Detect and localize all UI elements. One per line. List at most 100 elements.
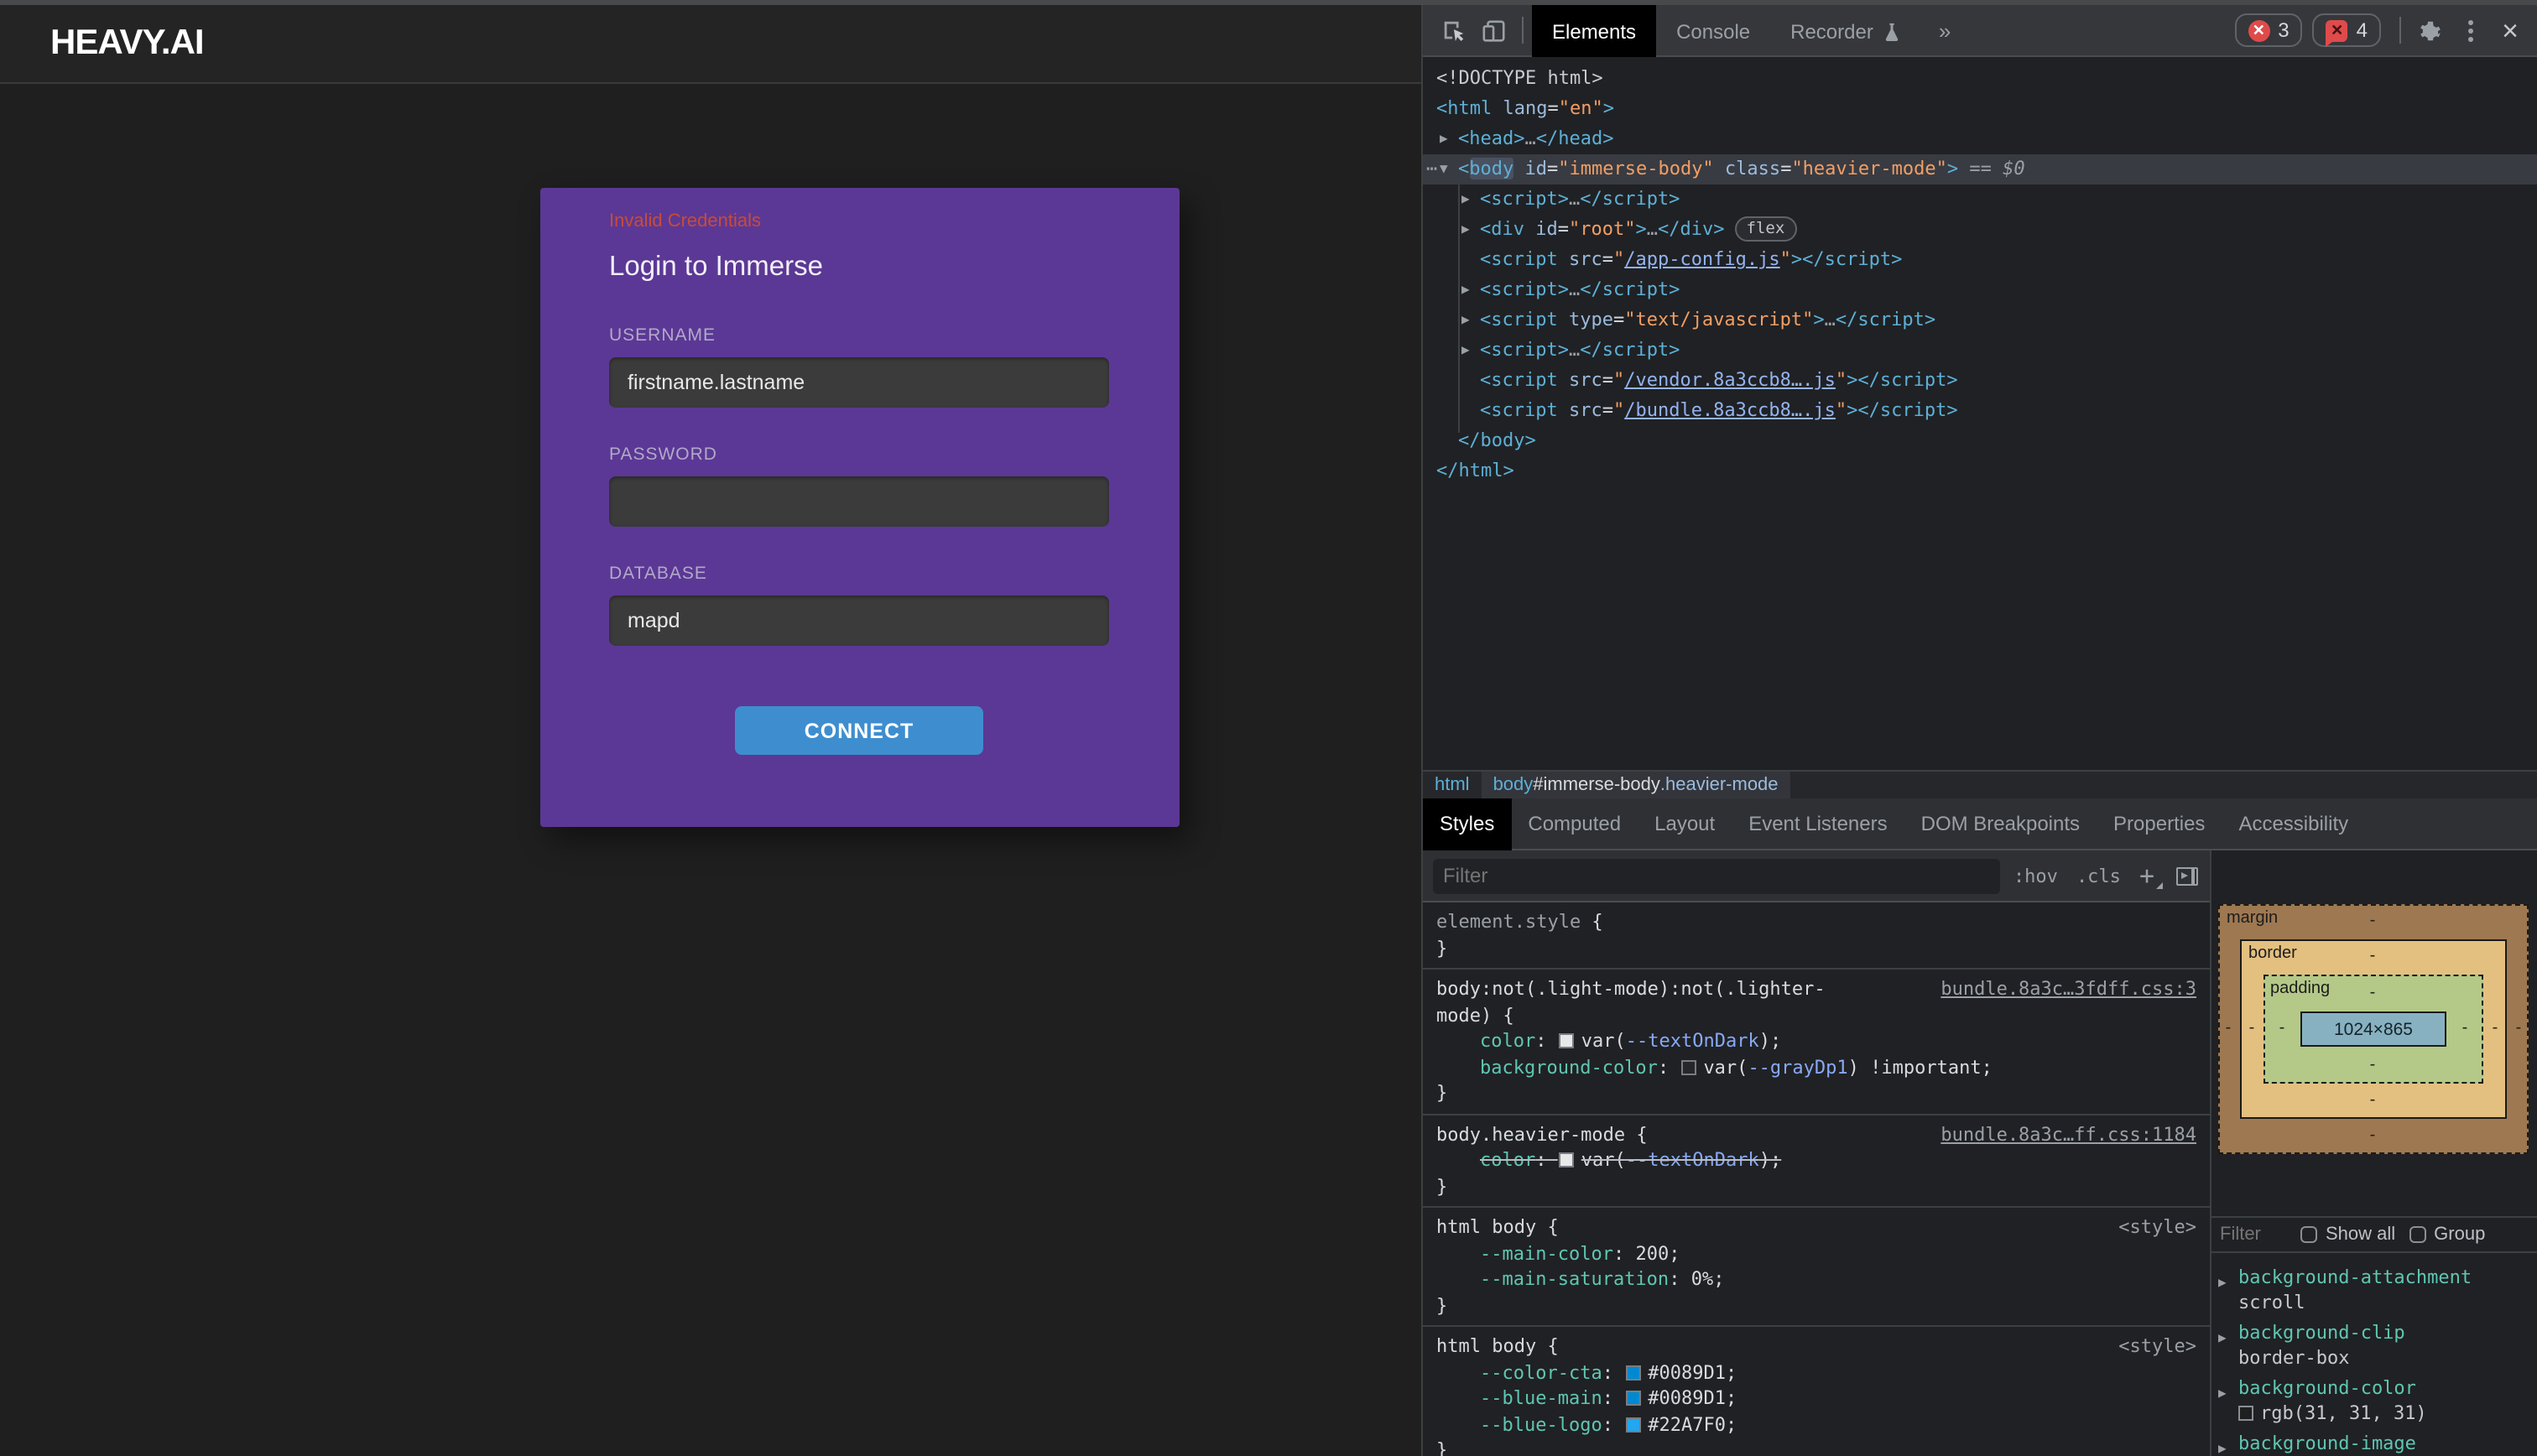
- border-top-value[interactable]: -: [2370, 947, 2376, 965]
- computed-property[interactable]: ▶background-clipborder-box: [2211, 1318, 2537, 1374]
- tab-event-listeners[interactable]: Event Listeners: [1732, 798, 1904, 850]
- expand-arrow-closed[interactable]: ▶: [2218, 1382, 2227, 1407]
- inspect-element-icon[interactable]: [1433, 10, 1473, 50]
- css-declaration[interactable]: --main-color: 200;: [1436, 1240, 2196, 1266]
- expand-arrow-closed[interactable]: ▶: [2218, 1438, 2227, 1456]
- dom-tree-row[interactable]: ▶<script>…</script>: [1423, 275, 2537, 305]
- stylesheet-link[interactable]: bundle.8a3c…3fdff.css:3: [1941, 976, 2196, 1002]
- tab-computed[interactable]: Computed: [1511, 798, 1638, 850]
- margin-right-value[interactable]: -: [2516, 1019, 2522, 1037]
- tab-dom-breakpoints[interactable]: DOM Breakpoints: [1904, 798, 2097, 850]
- css-declaration[interactable]: color: var(--textOnDark);: [1436, 1028, 2196, 1054]
- new-style-rule-button[interactable]: +: [2139, 861, 2154, 891]
- dom-tree-row[interactable]: ▶<div id="root">…</div>flex: [1423, 215, 2537, 245]
- padding-bottom-value[interactable]: -: [2370, 1056, 2376, 1074]
- dom-tree-row[interactable]: ▶<script type="text/javascript">…</scrip…: [1423, 305, 2537, 335]
- resource-link[interactable]: /app-config.js: [1624, 248, 1779, 270]
- tab-styles[interactable]: Styles: [1423, 798, 1511, 850]
- stylesheet-link[interactable]: bundle.8a3c…ff.css:1184: [1941, 1121, 2196, 1147]
- issues-badge[interactable]: ✕ 4: [2313, 13, 2381, 47]
- close-devtools-icon[interactable]: ×: [2490, 10, 2530, 50]
- kebab-menu-icon[interactable]: [2450, 10, 2490, 50]
- stylesheet-link[interactable]: <style>: [2118, 1214, 2196, 1240]
- sidebar-toggle-icon[interactable]: [2176, 866, 2198, 885]
- devtools-tab-console[interactable]: Console: [1656, 5, 1770, 57]
- username-input[interactable]: [609, 357, 1109, 408]
- expand-arrow-closed[interactable]: ▶: [1461, 305, 1470, 335]
- resource-link[interactable]: /bundle.8a3ccb8….js: [1624, 399, 1836, 421]
- css-declaration[interactable]: --blue-logo: #22A7F0;: [1436, 1412, 2196, 1438]
- css-var-link[interactable]: --grayDp1: [1748, 1056, 1847, 1078]
- styles-filter-input[interactable]: [1433, 858, 2000, 893]
- expand-arrow-closed[interactable]: ▶: [2218, 1327, 2227, 1351]
- css-declaration[interactable]: --color-cta: #0089D1;: [1436, 1360, 2196, 1386]
- connect-button[interactable]: CONNECT: [735, 706, 983, 755]
- expand-arrow-closed[interactable]: ▶: [1461, 275, 1470, 305]
- devtools-tab-recorder[interactable]: Recorder: [1770, 5, 1922, 57]
- computed-property[interactable]: ▶background-attachmentscroll: [2211, 1263, 2537, 1318]
- color-swatch[interactable]: [1681, 1059, 1696, 1074]
- expand-arrow-closed[interactable]: ▶: [2218, 1271, 2227, 1296]
- padding-right-value[interactable]: -: [2462, 1019, 2468, 1037]
- device-toolbar-icon[interactable]: [1473, 10, 1513, 50]
- breadcrumb-body[interactable]: body#immerse-body.heavier-mode: [1482, 772, 1790, 798]
- css-var-link[interactable]: --textOnDark: [1626, 1149, 1759, 1171]
- padding-left-value[interactable]: -: [2279, 1019, 2285, 1037]
- box-model-content[interactable]: 1024×865: [2300, 1011, 2446, 1047]
- margin-left-value[interactable]: -: [2226, 1019, 2232, 1037]
- dom-tree-row[interactable]: </body>: [1423, 426, 2537, 456]
- dom-tree-row[interactable]: ▶<script>…</script>: [1423, 185, 2537, 215]
- stylesheet-link[interactable]: <style>: [2118, 1334, 2196, 1360]
- class-toggle[interactable]: .cls: [2076, 865, 2121, 887]
- css-declaration[interactable]: --blue-main: #0089D1;: [1436, 1386, 2196, 1412]
- database-input[interactable]: [609, 595, 1109, 646]
- computed-property[interactable]: ▶background-image: [2211, 1429, 2537, 1456]
- hover-state-toggle[interactable]: :hov: [2013, 865, 2058, 887]
- more-tabs-chevron[interactable]: »: [1922, 18, 1967, 43]
- breadcrumb-html[interactable]: html: [1423, 772, 1482, 798]
- dom-tree-row[interactable]: <html lang="en">: [1423, 94, 2537, 124]
- expand-arrow-closed[interactable]: ▶: [1461, 335, 1470, 366]
- tab-properties[interactable]: Properties: [2097, 798, 2222, 850]
- margin-bottom-value[interactable]: -: [2370, 1126, 2376, 1145]
- margin-top-value[interactable]: -: [2370, 912, 2376, 930]
- css-declaration[interactable]: color: var(--textOnDark);: [1436, 1147, 2196, 1173]
- css-var-link[interactable]: --textOnDark: [1626, 1030, 1759, 1052]
- password-input[interactable]: [609, 476, 1109, 527]
- dom-tree-row[interactable]: ▶<script>…</script>: [1423, 335, 2537, 366]
- resource-link[interactable]: /vendor.8a3ccb8….js: [1624, 369, 1836, 391]
- color-swatch[interactable]: [1560, 1033, 1575, 1048]
- border-bottom-value[interactable]: -: [2370, 1091, 2376, 1110]
- padding-top-value[interactable]: -: [2370, 984, 2376, 1002]
- show-all-checkbox[interactable]: [2300, 1226, 2317, 1243]
- dom-tree-row[interactable]: <script src="/bundle.8a3ccb8….js"></scri…: [1423, 396, 2537, 426]
- expand-arrow-open[interactable]: ▼: [1440, 154, 1448, 185]
- expand-arrow-closed[interactable]: ▶: [1461, 215, 1470, 245]
- code-token: </script>: [1580, 339, 1680, 361]
- flex-badge[interactable]: flex: [1735, 216, 1797, 242]
- color-swatch[interactable]: [1626, 1391, 1641, 1406]
- settings-gear-icon[interactable]: [2409, 10, 2450, 50]
- css-declaration[interactable]: --main-saturation: 0%;: [1436, 1266, 2196, 1292]
- border-left-value[interactable]: -: [2249, 1019, 2255, 1037]
- dom-tree-row[interactable]: </html>: [1423, 456, 2537, 486]
- computed-filter-input[interactable]: [2220, 1225, 2287, 1245]
- border-right-value[interactable]: -: [2493, 1019, 2498, 1037]
- dom-tree-row[interactable]: <script src="/vendor.8a3ccb8….js"></scri…: [1423, 366, 2537, 396]
- color-swatch[interactable]: [1626, 1417, 1641, 1432]
- dom-tree-row[interactable]: ⋯▼<body id="immerse-body" class="heavier…: [1423, 154, 2537, 185]
- expand-arrow-closed[interactable]: ▶: [1461, 185, 1470, 215]
- dom-tree-row[interactable]: ▶<head>…</head>: [1423, 124, 2537, 154]
- css-declaration[interactable]: background-color: var(--grayDp1) !import…: [1436, 1054, 2196, 1080]
- console-errors-badge[interactable]: ✕ 3: [2234, 13, 2302, 47]
- dom-tree-row[interactable]: <!DOCTYPE html>: [1423, 64, 2537, 94]
- devtools-tab-elements[interactable]: Elements: [1532, 5, 1656, 57]
- color-swatch[interactable]: [1626, 1365, 1641, 1380]
- expand-arrow-closed[interactable]: ▶: [1440, 124, 1448, 154]
- computed-property[interactable]: ▶background-colorrgb(31, 31, 31): [2211, 1374, 2537, 1429]
- tab-accessibility[interactable]: Accessibility: [2222, 798, 2365, 850]
- dom-tree-row[interactable]: <script src="/app-config.js"></script>: [1423, 245, 2537, 275]
- color-swatch[interactable]: [1560, 1152, 1575, 1167]
- tab-layout[interactable]: Layout: [1638, 798, 1732, 850]
- group-checkbox[interactable]: [2409, 1226, 2425, 1243]
